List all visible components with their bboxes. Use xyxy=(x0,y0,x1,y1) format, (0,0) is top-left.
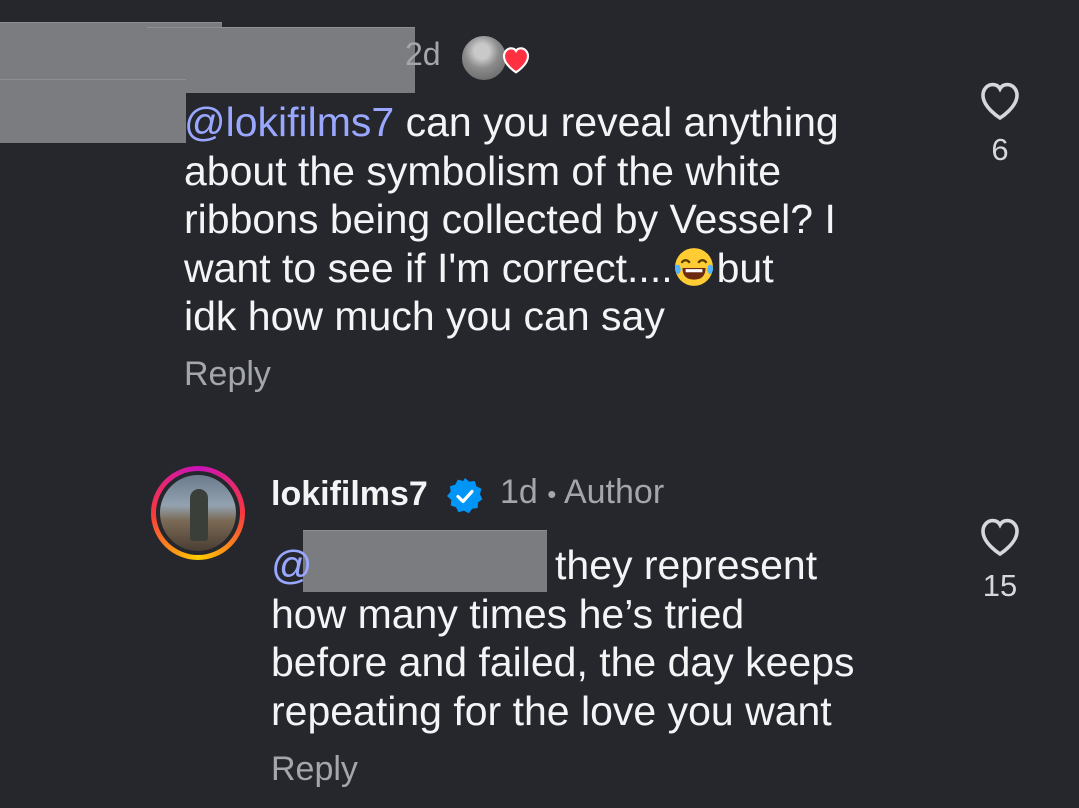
creator-liked-heart-icon xyxy=(502,47,530,74)
comment-text-line: before and failed, the day keeps xyxy=(271,639,855,685)
comment-meta: 1d • Author xyxy=(500,473,664,512)
avatar-photo xyxy=(160,475,236,551)
author-label: Author xyxy=(563,473,665,511)
like-control[interactable]: 15 xyxy=(970,514,1030,604)
mention-link[interactable]: @lokifilms7 xyxy=(184,99,394,145)
comment-timestamp: 2d xyxy=(405,36,441,72)
comment-text-line: they represent xyxy=(555,542,818,588)
comment-text-line: repeating for the love you want xyxy=(271,687,832,734)
comment-text-line: but xyxy=(716,244,774,291)
comment-text-line: can you reveal anything xyxy=(405,99,839,145)
meta-separator: • xyxy=(547,479,557,509)
like-count: 15 xyxy=(982,568,1018,603)
comment-text-line: ribbons being collected by Vessel? I xyxy=(184,196,836,242)
reply-button[interactable]: Reply xyxy=(271,750,358,789)
comment-text-line: how many times he’s tried xyxy=(271,590,745,637)
avatar-figure xyxy=(190,489,208,541)
redacted-block xyxy=(147,27,415,93)
comment-timestamp: 1d xyxy=(500,473,538,511)
comment-text-line: about the symbolism of the white xyxy=(184,147,782,194)
heart-icon[interactable] xyxy=(976,514,1024,558)
redacted-block xyxy=(0,79,186,143)
heart-icon[interactable] xyxy=(976,78,1024,122)
comment-text-line: want to see if I'm correct.... xyxy=(184,244,673,291)
comment-text: @ they represent how many times he’s trie… xyxy=(271,541,931,735)
comment-username[interactable]: lokifilms7 xyxy=(271,475,428,514)
avatar-border xyxy=(156,471,240,555)
like-control[interactable]: 6 xyxy=(970,78,1030,168)
verified-badge-icon xyxy=(447,478,483,514)
mention-link[interactable]: @ xyxy=(271,541,313,590)
reply-button[interactable]: Reply xyxy=(184,355,271,394)
laughing-emoji-icon xyxy=(674,247,713,286)
like-count: 6 xyxy=(991,132,1009,167)
comment-text: @lokifilms7 can you reveal anything abou… xyxy=(184,98,924,341)
comment-text-line: idk how much you can say xyxy=(184,293,665,339)
author-avatar[interactable] xyxy=(151,466,245,560)
